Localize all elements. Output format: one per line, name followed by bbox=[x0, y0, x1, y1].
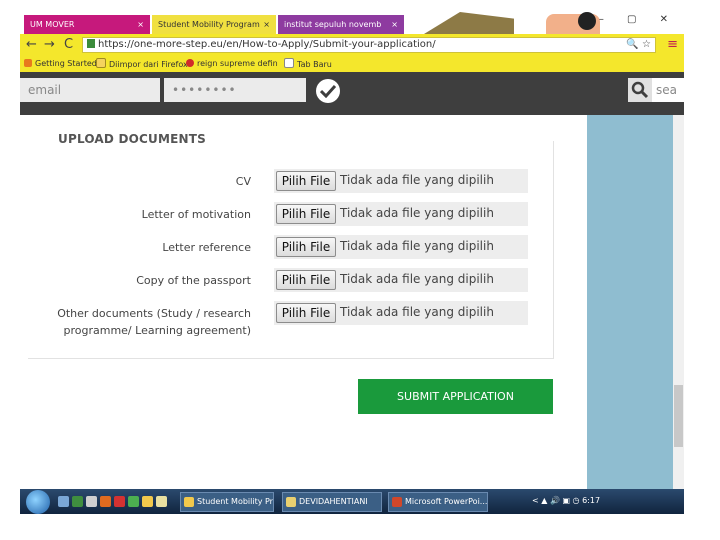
search-input[interactable]: sea bbox=[652, 78, 684, 102]
address-bar: ← → C https://one-more-step.eu/en/How-to… bbox=[20, 34, 684, 56]
search-icon bbox=[631, 81, 649, 99]
tab-institut[interactable]: institut sepuluh novemb × bbox=[278, 15, 404, 34]
checkmark-icon bbox=[320, 84, 336, 98]
firefox-icon[interactable] bbox=[100, 496, 111, 507]
site-icon bbox=[186, 59, 194, 67]
tab-student-mobility[interactable]: Student Mobility Program × bbox=[152, 15, 276, 34]
no-file-text: Tidak ada file yang dipilih bbox=[340, 305, 494, 319]
scrollbar[interactable] bbox=[673, 115, 684, 489]
file-input-reference[interactable]: Pilih File Tidak ada file yang dipilih bbox=[274, 235, 528, 259]
taskbar-window-powerpoint[interactable]: Microsoft PowerPoi... bbox=[388, 492, 488, 512]
folder-icon[interactable] bbox=[156, 496, 167, 507]
theme-decoration bbox=[578, 12, 596, 30]
reload-icon[interactable]: C bbox=[64, 37, 73, 53]
taskbar-window-folder[interactable]: DEVIDAHENTIANI bbox=[282, 492, 382, 512]
quicklaunch-icon[interactable] bbox=[86, 496, 97, 507]
file-input-motivation[interactable]: Pilih File Tidak ada file yang dipilih bbox=[274, 202, 528, 226]
tab-close-icon[interactable]: × bbox=[263, 15, 270, 34]
label-reference: Letter reference bbox=[162, 241, 251, 254]
taskbar: Student Mobility Pr... DEVIDAHENTIANI Mi… bbox=[20, 489, 684, 514]
back-icon[interactable]: ← bbox=[26, 37, 37, 53]
bookmark-getting-started[interactable]: Getting Started bbox=[24, 58, 97, 70]
tab-label: Student Mobility Program bbox=[158, 20, 260, 29]
file-input-other[interactable]: Pilih File Tidak ada file yang dipilih bbox=[274, 301, 528, 325]
choose-file-button[interactable]: Pilih File bbox=[276, 270, 336, 290]
choose-file-button[interactable]: Pilih File bbox=[276, 303, 336, 323]
quicklaunch-icon[interactable] bbox=[128, 496, 139, 507]
right-sidebar bbox=[587, 115, 673, 489]
theme-decoration bbox=[424, 12, 514, 34]
taskbar-window-chrome[interactable]: Student Mobility Pr... bbox=[180, 492, 274, 512]
tab-strip: UM MOVER × Student Mobility Program × in… bbox=[20, 12, 684, 34]
start-button[interactable] bbox=[26, 490, 50, 514]
menu-icon[interactable]: ≡ bbox=[667, 38, 678, 52]
chrome-icon[interactable] bbox=[142, 496, 153, 507]
tab-close-icon[interactable]: × bbox=[391, 15, 398, 34]
tab-close-icon[interactable]: × bbox=[137, 15, 144, 34]
bookmark-imported[interactable]: Diimpor dari Firefox bbox=[96, 58, 188, 71]
tab-label: UM MOVER bbox=[30, 20, 75, 29]
choose-file-button[interactable]: Pilih File bbox=[276, 204, 336, 224]
system-tray[interactable]: < ▲ 🔊 ▣ ◷ 6:17 bbox=[532, 496, 600, 505]
lock-icon bbox=[87, 39, 95, 48]
site-header: email •••••••• sea bbox=[20, 72, 684, 115]
scrollbar-thumb[interactable] bbox=[674, 385, 683, 447]
label-passport: Copy of the passport bbox=[136, 274, 251, 287]
url-text: https://one-more-step.eu/en/How-to-Apply… bbox=[98, 39, 436, 50]
powerpoint-icon bbox=[392, 497, 402, 507]
zoom-bookmark-icon[interactable]: 🔍 ☆ bbox=[626, 38, 651, 52]
quicklaunch-icon[interactable] bbox=[58, 496, 69, 507]
bookmark-new-tab[interactable]: Tab Baru bbox=[284, 58, 332, 71]
main-content: UPLOAD DOCUMENTS CV Pilih File Tidak ada… bbox=[20, 115, 684, 489]
no-file-text: Tidak ada file yang dipilih bbox=[340, 272, 494, 286]
opera-icon[interactable] bbox=[114, 496, 125, 507]
file-input-passport[interactable]: Pilih File Tidak ada file yang dipilih bbox=[274, 268, 528, 292]
choose-file-button[interactable]: Pilih File bbox=[276, 171, 336, 191]
label-motivation: Letter of motivation bbox=[141, 208, 251, 221]
firefox-icon bbox=[24, 59, 32, 67]
taskbar-window-label: Student Mobility Pr... bbox=[197, 497, 274, 506]
no-file-text: Tidak ada file yang dipilih bbox=[340, 173, 494, 187]
label-other-documents: Other documents (Study / research progra… bbox=[57, 305, 251, 339]
submit-application-button[interactable]: SUBMIT APPLICATION bbox=[358, 379, 553, 414]
bookmark-label: Getting Started bbox=[35, 59, 97, 68]
no-file-text: Tidak ada file yang dipilih bbox=[340, 239, 494, 253]
label-cv: CV bbox=[235, 175, 251, 188]
no-file-text: Tidak ada file yang dipilih bbox=[340, 206, 494, 220]
choose-file-button[interactable]: Pilih File bbox=[276, 237, 336, 257]
bookmark-reign[interactable]: reign supreme defin bbox=[186, 58, 278, 70]
bookmark-label: reign supreme defin bbox=[197, 59, 278, 68]
screen: UM MOVER × Student Mobility Program × in… bbox=[20, 12, 684, 514]
folder-icon bbox=[96, 58, 106, 68]
email-field[interactable]: email bbox=[20, 78, 160, 102]
label-line: programme/ Learning agreement) bbox=[63, 324, 252, 337]
bookmark-label: Diimpor dari Firefox bbox=[109, 60, 188, 69]
folder-icon bbox=[286, 497, 296, 507]
chrome-icon bbox=[184, 497, 194, 507]
bookmarks-bar: Getting Started Diimpor dari Firefox rei… bbox=[20, 56, 684, 72]
page-icon bbox=[284, 58, 294, 68]
tab-um-mover[interactable]: UM MOVER × bbox=[24, 15, 150, 34]
url-input[interactable]: https://one-more-step.eu/en/How-to-Apply… bbox=[82, 37, 656, 53]
password-field[interactable]: •••••••• bbox=[164, 78, 306, 102]
forward-icon[interactable]: → bbox=[44, 37, 55, 53]
taskbar-window-label: Microsoft PowerPoi... bbox=[405, 497, 488, 506]
tab-label: institut sepuluh novemb bbox=[284, 20, 382, 29]
taskbar-window-label: DEVIDAHENTIANI bbox=[299, 497, 368, 506]
quicklaunch-icon[interactable] bbox=[72, 496, 83, 507]
login-button[interactable] bbox=[316, 79, 340, 103]
window-controls[interactable]: – ▢ ✕ bbox=[599, 14, 678, 25]
file-input-cv[interactable]: Pilih File Tidak ada file yang dipilih bbox=[274, 169, 528, 193]
bookmark-label: Tab Baru bbox=[297, 60, 332, 69]
search-button[interactable] bbox=[628, 78, 652, 102]
label-line: Other documents (Study / research bbox=[57, 307, 251, 320]
